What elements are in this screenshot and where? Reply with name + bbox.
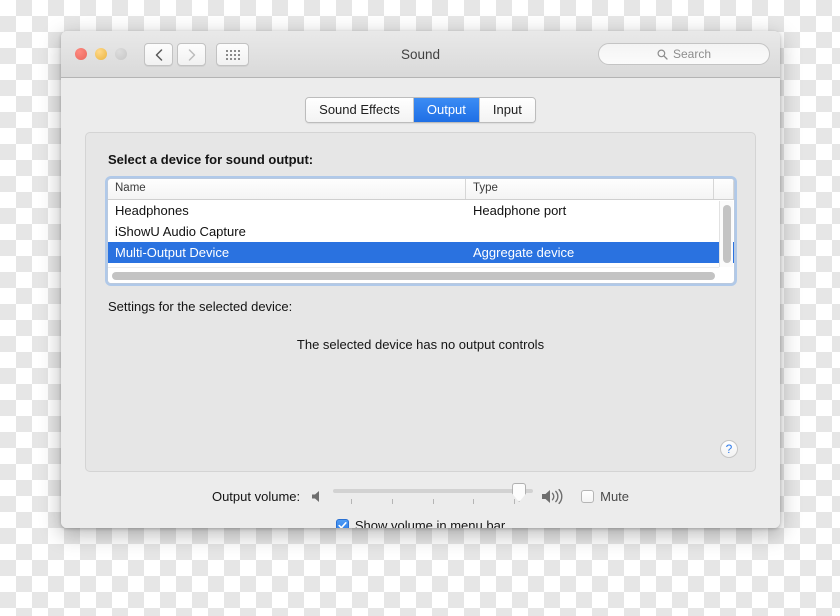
show-volume-row[interactable]: Show volume in menu bar (61, 518, 780, 528)
table-horizontal-scrollbar[interactable] (108, 267, 719, 283)
vertical-scrollbar-thumb[interactable] (723, 205, 731, 263)
output-volume-slider[interactable] (333, 483, 534, 509)
tab-bar: Sound Effects Output Input (61, 97, 780, 123)
help-button[interactable]: ? (720, 440, 738, 458)
tab-sound-effects[interactable]: Sound Effects (306, 98, 414, 122)
no-output-controls-message: The selected device has no output contro… (296, 337, 545, 352)
tab-output[interactable]: Output (413, 98, 480, 122)
output-settings-panel: Select a device for sound output: Name T… (85, 132, 756, 472)
select-device-label: Select a device for sound output: (108, 152, 314, 167)
tab-group: Sound Effects Output Input (305, 97, 536, 123)
device-type: Headphone port (473, 203, 567, 218)
slider-track[interactable] (333, 489, 534, 493)
slider-ticks (333, 499, 533, 504)
search-icon (657, 49, 668, 60)
device-table-header: Name Type (108, 179, 734, 200)
settings-for-device-label: Settings for the selected device: (108, 299, 293, 314)
speaker-high-icon (542, 488, 563, 504)
window-titlebar: Sound Search (61, 31, 780, 78)
table-row[interactable]: Headphones Headphone port (108, 200, 734, 221)
output-volume-row: Output volume: Mute (61, 483, 780, 509)
device-name: Multi-Output Device (115, 245, 230, 260)
table-vertical-scrollbar[interactable] (719, 201, 733, 267)
search-field[interactable]: Search (598, 43, 770, 65)
device-name: iShowU Audio Capture (115, 224, 246, 239)
sound-preferences-window: Sound Search Sound Effects Output Input … (61, 31, 780, 528)
show-volume-label: Show volume in menu bar (354, 518, 506, 528)
mute-checkbox[interactable] (581, 489, 595, 503)
horizontal-scrollbar-thumb[interactable] (112, 272, 715, 280)
column-header-name[interactable]: Name (108, 179, 466, 199)
show-volume-checkbox[interactable] (335, 519, 349, 528)
column-header-spacer (714, 179, 734, 199)
device-type: Aggregate device (473, 245, 575, 260)
device-table[interactable]: Name Type Headphones Headphone port iSho… (107, 178, 735, 284)
checkmark-icon (338, 521, 347, 528)
table-row[interactable]: Multi-Output Device Aggregate device (108, 242, 734, 263)
search-placeholder: Search (672, 47, 712, 61)
column-header-type[interactable]: Type (466, 179, 714, 199)
window-body: Sound Effects Output Input Select a devi… (61, 78, 780, 528)
mute-control[interactable]: Mute (581, 489, 629, 504)
table-row[interactable]: iShowU Audio Capture (108, 221, 734, 242)
tab-input[interactable]: Input (479, 98, 535, 122)
device-name: Headphones (115, 203, 189, 218)
speaker-low-icon (312, 490, 320, 502)
output-volume-label: Output volume: (211, 488, 301, 504)
mute-label: Mute (600, 488, 630, 504)
